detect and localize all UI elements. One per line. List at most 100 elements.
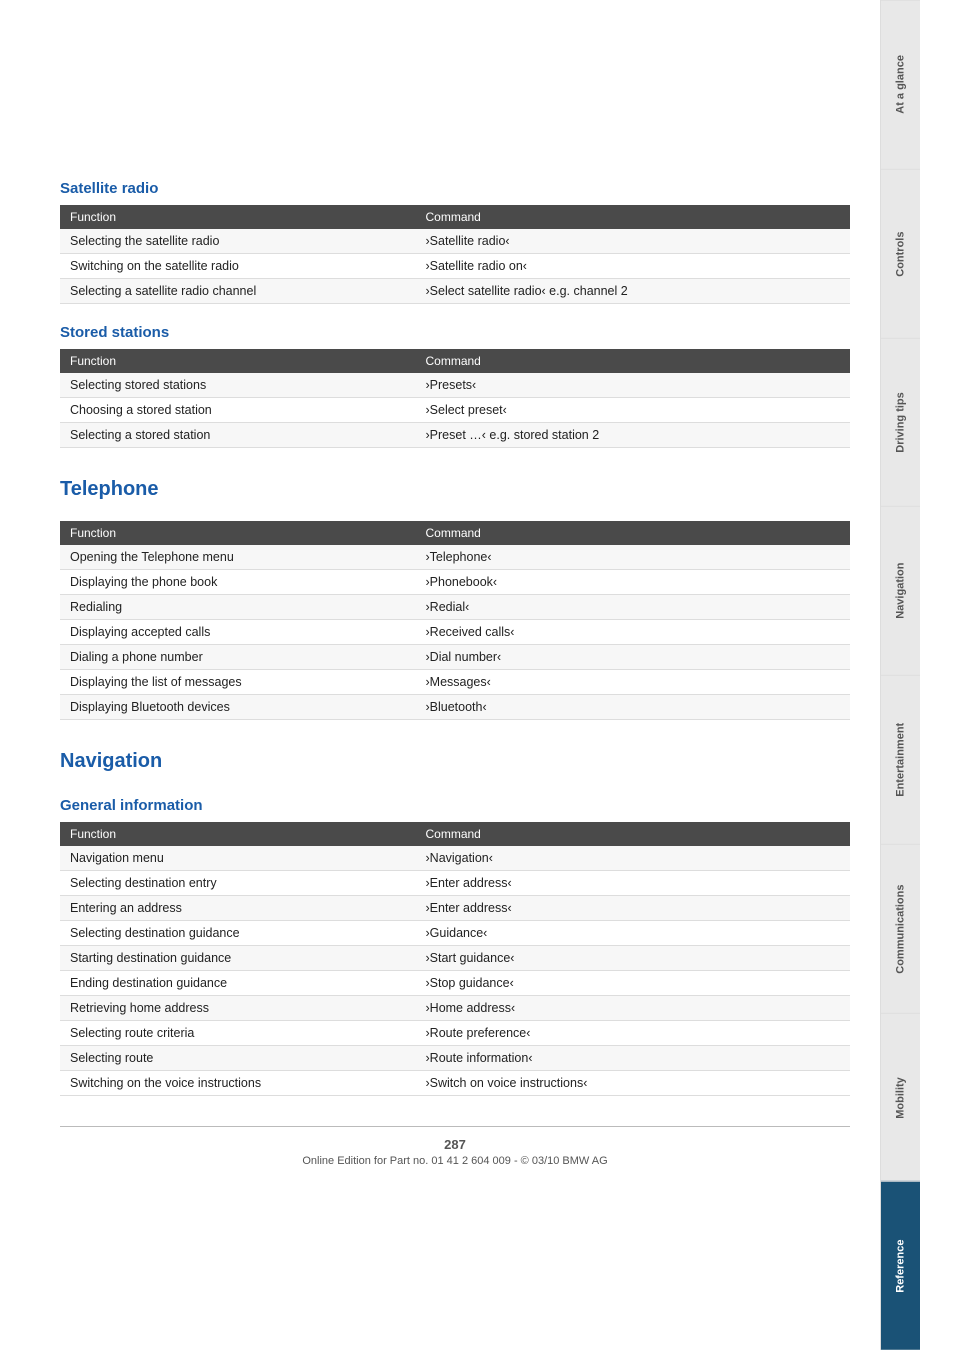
table-row: Selecting route›Route information‹ — [60, 1046, 850, 1071]
table-row: Selecting destination guidance›Guidance‹ — [60, 921, 850, 946]
table-row: Selecting a stored station›Preset …‹ e.g… — [60, 423, 850, 448]
general-info-section: General information Function Command Nav… — [60, 797, 850, 1096]
satellite-radio-header-row: Function Command — [60, 205, 850, 229]
table-row: Dialing a phone number›Dial number‹ — [60, 645, 850, 670]
function-cell: Selecting route criteria — [60, 1021, 416, 1046]
table-row: Opening the Telephone menu›Telephone‹ — [60, 545, 850, 570]
function-cell: Selecting stored stations — [60, 373, 416, 398]
satellite-radio-table: Function Command Selecting the satellite… — [60, 205, 850, 304]
table-row: Selecting a satellite radio channel›Sele… — [60, 279, 850, 304]
function-cell: Selecting destination guidance — [60, 921, 416, 946]
table-row: Starting destination guidance›Start guid… — [60, 946, 850, 971]
function-cell: Selecting a satellite radio channel — [60, 279, 416, 304]
table-row: Retrieving home address›Home address‹ — [60, 996, 850, 1021]
satellite-radio-col-function: Function — [60, 205, 416, 229]
side-tab-navigation[interactable]: Navigation — [881, 506, 920, 675]
command-cell: ›Start guidance‹ — [416, 946, 851, 971]
footer-text: Online Edition for Part no. 01 41 2 604 … — [302, 1155, 607, 1167]
command-cell: ›Route information‹ — [416, 1046, 851, 1071]
command-cell: ›Stop guidance‹ — [416, 971, 851, 996]
satellite-radio-col-command: Command — [416, 205, 851, 229]
command-cell: ›Messages‹ — [416, 670, 851, 695]
command-cell: ›Switch on voice instructions‹ — [416, 1071, 851, 1096]
general-info-tbody: Navigation menu›Navigation‹Selecting des… — [60, 846, 850, 1096]
function-cell: Retrieving home address — [60, 996, 416, 1021]
command-cell: ›Received calls‹ — [416, 620, 851, 645]
side-tab-entertainment[interactable]: Entertainment — [881, 675, 920, 844]
general-info-col-function: Function — [60, 822, 416, 846]
telephone-section: Telephone Function Command Opening the T… — [60, 478, 850, 720]
stored-stations-col-function: Function — [60, 349, 416, 373]
function-cell: Navigation menu — [60, 846, 416, 871]
table-row: Selecting route criteria›Route preferenc… — [60, 1021, 850, 1046]
command-cell: ›Navigation‹ — [416, 846, 851, 871]
function-cell: Ending destination guidance — [60, 971, 416, 996]
table-row: Selecting destination entry›Enter addres… — [60, 871, 850, 896]
satellite-radio-section: Satellite radio Function Command Selecti… — [60, 180, 850, 304]
table-row: Switching on the voice instructions›Swit… — [60, 1071, 850, 1096]
command-cell: ›Select satellite radio‹ e.g. channel 2 — [416, 279, 851, 304]
main-content: Satellite radio Function Command Selecti… — [0, 0, 880, 1350]
function-cell: Starting destination guidance — [60, 946, 416, 971]
command-cell: ›Enter address‹ — [416, 896, 851, 921]
stored-stations-table: Function Command Selecting stored statio… — [60, 349, 850, 448]
stored-stations-tbody: Selecting stored stations›Presets‹Choosi… — [60, 373, 850, 448]
stored-stations-title: Stored stations — [60, 324, 850, 341]
function-cell: Choosing a stored station — [60, 398, 416, 423]
stored-stations-col-command: Command — [416, 349, 851, 373]
command-cell: ›Redial‹ — [416, 595, 851, 620]
command-cell: ›Bluetooth‹ — [416, 695, 851, 720]
command-cell: ›Home address‹ — [416, 996, 851, 1021]
table-row: Ending destination guidance›Stop guidanc… — [60, 971, 850, 996]
table-row: Selecting the satellite radio›Satellite … — [60, 229, 850, 254]
command-cell: ›Phonebook‹ — [416, 570, 851, 595]
side-tab-mobility[interactable]: Mobility — [881, 1013, 920, 1182]
side-tab-reference[interactable]: Reference — [881, 1181, 920, 1350]
page-number: 287 — [60, 1137, 850, 1152]
command-cell: ›Satellite radio‹ — [416, 229, 851, 254]
command-cell: ›Guidance‹ — [416, 921, 851, 946]
side-tab-at-a-glance[interactable]: At a glance — [881, 0, 920, 169]
function-cell: Entering an address — [60, 896, 416, 921]
general-info-col-command: Command — [416, 822, 851, 846]
function-cell: Displaying Bluetooth devices — [60, 695, 416, 720]
side-tab-communications[interactable]: Communications — [881, 844, 920, 1013]
table-row: Redialing›Redial‹ — [60, 595, 850, 620]
table-row: Entering an address›Enter address‹ — [60, 896, 850, 921]
function-cell: Opening the Telephone menu — [60, 545, 416, 570]
command-cell: ›Telephone‹ — [416, 545, 851, 570]
table-row: Navigation menu›Navigation‹ — [60, 846, 850, 871]
side-tab-controls[interactable]: Controls — [881, 169, 920, 338]
navigation-section: Navigation General information Function … — [60, 750, 850, 1096]
table-row: Displaying the phone book›Phonebook‹ — [60, 570, 850, 595]
telephone-col-function: Function — [60, 521, 416, 545]
function-cell: Switching on the voice instructions — [60, 1071, 416, 1096]
side-tab-driving-tips[interactable]: Driving tips — [881, 338, 920, 507]
command-cell: ›Satellite radio on‹ — [416, 254, 851, 279]
command-cell: ›Select preset‹ — [416, 398, 851, 423]
general-info-table: Function Command Navigation menu›Navigat… — [60, 822, 850, 1096]
function-cell: Displaying the phone book — [60, 570, 416, 595]
command-cell: ›Preset …‹ e.g. stored station 2 — [416, 423, 851, 448]
telephone-table: Function Command Opening the Telephone m… — [60, 521, 850, 720]
side-tabs: At a glance Controls Driving tips Naviga… — [880, 0, 920, 1350]
function-cell: Displaying the list of messages — [60, 670, 416, 695]
function-cell: Selecting destination entry — [60, 871, 416, 896]
page-footer: 287 Online Edition for Part no. 01 41 2 … — [60, 1126, 850, 1167]
function-cell: Selecting route — [60, 1046, 416, 1071]
function-cell: Displaying accepted calls — [60, 620, 416, 645]
general-info-title: General information — [60, 797, 850, 814]
table-row: Selecting stored stations›Presets‹ — [60, 373, 850, 398]
satellite-radio-title: Satellite radio — [60, 180, 850, 197]
general-info-header-row: Function Command — [60, 822, 850, 846]
navigation-title: Navigation — [60, 750, 850, 777]
command-cell: ›Dial number‹ — [416, 645, 851, 670]
stored-stations-section: Stored stations Function Command Selecti… — [60, 324, 850, 448]
command-cell: ›Enter address‹ — [416, 871, 851, 896]
table-row: Displaying Bluetooth devices›Bluetooth‹ — [60, 695, 850, 720]
table-row: Choosing a stored station›Select preset‹ — [60, 398, 850, 423]
table-row: Displaying accepted calls›Received calls… — [60, 620, 850, 645]
stored-stations-header-row: Function Command — [60, 349, 850, 373]
function-cell: Selecting a stored station — [60, 423, 416, 448]
command-cell: ›Presets‹ — [416, 373, 851, 398]
